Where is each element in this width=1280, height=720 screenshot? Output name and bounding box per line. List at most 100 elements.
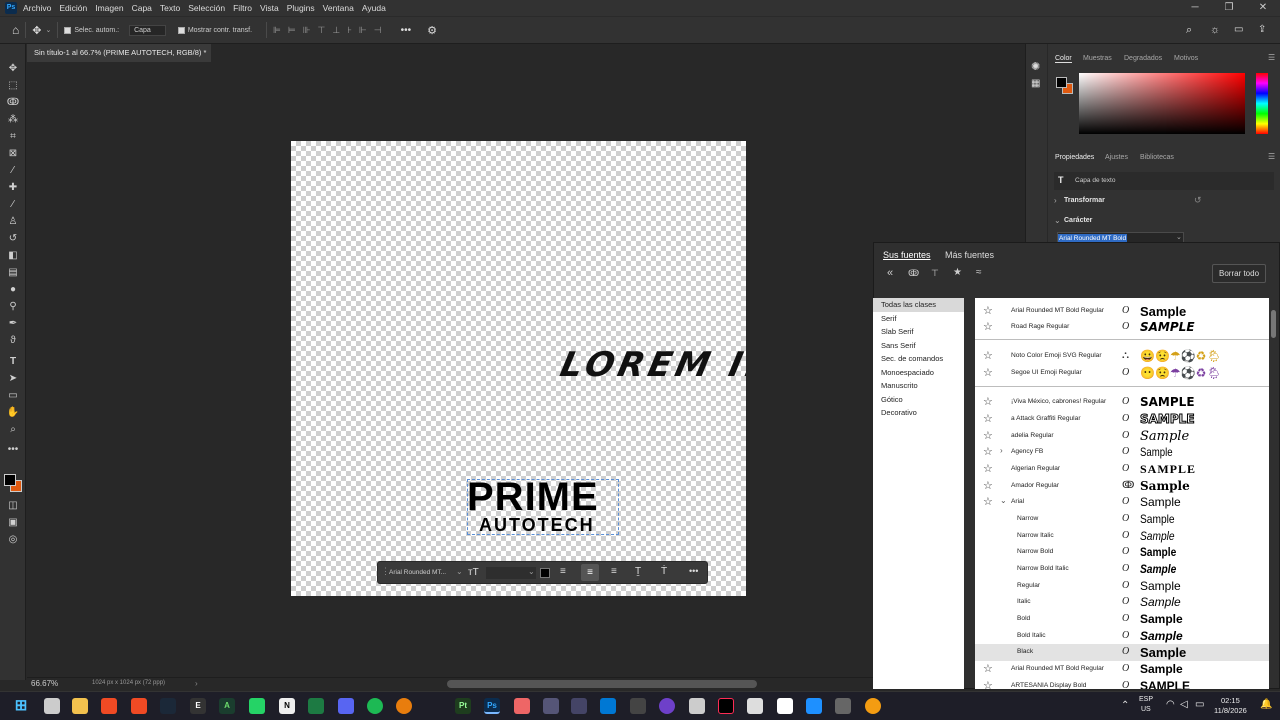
more-options-icon[interactable]: ••• [689,566,698,576]
class-item[interactable]: Decorativo [873,406,964,420]
acrobat-icon[interactable]: A [219,698,235,714]
magic-wand-icon[interactable]: ⁂ [5,113,21,127]
font-row[interactable]: ☆ Road Rage Regular O SAMPLE [975,319,1269,336]
chevron-up-icon[interactable]: ⌃ [1121,700,1129,711]
app-icon[interactable] [806,698,822,714]
move-tool-icon[interactable]: ✥ [32,24,41,37]
excel-icon[interactable] [308,698,324,714]
frame-tool-icon[interactable]: ⊠ [5,147,21,161]
tab-more-fonts[interactable]: Más fuentes [945,250,994,260]
star-icon[interactable]: ☆ [983,429,993,442]
history-icon[interactable]: ▦ [1031,78,1040,89]
chevron-right-icon[interactable]: › [1000,446,1003,455]
class-item[interactable]: Slab Serif [873,325,964,339]
chevron-down-icon[interactable]: ⌄ [45,26,51,34]
menu-edicion[interactable]: Edición [59,3,87,13]
chevron-right-icon[interactable]: › [1054,196,1057,205]
battery-icon[interactable]: ▭ [1195,699,1204,710]
star-icon[interactable]: ☆ [983,495,993,508]
language-label[interactable]: ESP [1139,696,1153,703]
wifi-icon[interactable]: ◠ [1166,699,1175,710]
tab-propiedades[interactable]: Propiedades [1055,154,1094,161]
text-color-swatch[interactable] [540,568,550,578]
font-row[interactable]: Narrow O Sample [975,511,1269,528]
star-icon[interactable]: ☆ [983,320,993,333]
font-row[interactable]: ☆ ARTESANIA Display Bold O SAMPLE [975,678,1269,689]
font-row[interactable]: ☆ ¡Viva México, cabrones! Regular O SAMPLE [975,394,1269,411]
more-tools-icon[interactable]: ••• [5,443,21,457]
font-row[interactable]: Regular O Sample [975,578,1269,595]
chevron-right-icon[interactable]: › [195,679,198,688]
menu-capa[interactable]: Capa [132,3,152,13]
zoom-tool-icon[interactable]: ⌕ [5,423,21,437]
bulb-icon[interactable]: ☼ [1210,24,1220,36]
discord-icon[interactable] [338,698,354,714]
marquee-tool-icon[interactable]: ⬚ [5,79,21,93]
font-row[interactable]: Bold O Sample [975,611,1269,628]
app-icon[interactable] [514,698,530,714]
menu-filtro[interactable]: Filtro [233,3,252,13]
brush-tool-icon[interactable]: ∕ [5,198,21,212]
calculator-icon[interactable] [835,698,851,714]
font-row[interactable]: ☆ Algerian Regular O SAMPLE [975,461,1269,478]
menu-vista[interactable]: Vista [260,3,279,13]
blur-icon[interactable]: ● [5,283,21,297]
tab-motivos[interactable]: Motivos [1174,55,1198,62]
panel-fg-swatch[interactable] [1056,77,1067,88]
font-row[interactable]: ☆ Amador Regular ↂ Sample [975,478,1269,495]
class-item[interactable]: Monoespaciado [873,366,964,380]
font-row[interactable]: Narrow Italic O Sample [975,528,1269,545]
menu-texto[interactable]: Texto [160,3,180,13]
panel-menu-icon[interactable]: ☰ [1268,152,1275,161]
brave-icon[interactable] [101,698,117,714]
hand-tool-icon[interactable]: ✋ [5,406,21,420]
align-icons[interactable]: ⊫⊨⊪⊤⊥⊦⊩⊣ [273,25,389,36]
favorites-icon[interactable]: ★ [953,267,962,278]
font-row[interactable]: Italic O Sample [975,594,1269,611]
rectangle-tool-icon[interactable]: ▭ [5,389,21,403]
class-item[interactable]: Sec. de comandos [873,352,964,366]
horizontal-scrollbar[interactable] [447,680,757,688]
adjust-icon[interactable]: ✺ [1031,60,1040,73]
task-view-icon[interactable] [44,698,60,714]
close-icon[interactable]: ✕ [1246,0,1280,16]
tab-degradados[interactable]: Degradados [1124,55,1162,62]
font-row[interactable]: ☆ Arial Rounded MT Bold Regular O Sample [975,303,1269,320]
eyedropper-icon[interactable]: ⁄ [5,164,21,178]
font-row[interactable]: Bold Italic O Sample [975,628,1269,645]
blender-icon[interactable] [396,698,412,714]
lorem-text-layer[interactable]: LOREM IP [557,345,746,385]
character-section[interactable]: Carácter [1064,217,1092,224]
clear-all-button[interactable]: Borrar todo [1212,264,1267,283]
star-icon[interactable]: ☆ [983,304,993,317]
clock-date[interactable]: 11/8/2026 [1214,706,1247,715]
zoom-level[interactable]: 66.67% [31,679,58,688]
notepad-icon[interactable]: N [279,698,295,714]
epic-games-icon[interactable]: E [190,698,206,714]
warp-text-icon[interactable]: Ṯ [635,566,641,577]
star-icon[interactable]: ☆ [983,662,993,675]
menu-imagen[interactable]: Imagen [95,3,123,13]
type-tool-icon[interactable]: T [5,355,21,369]
chevron-down-icon[interactable]: ⌄ [456,567,463,576]
font-size-icon[interactable]: ᴛT [468,567,479,578]
menu-archivo[interactable]: Archivo [23,3,51,13]
class-item[interactable]: Gótico [873,393,964,407]
font-row[interactable]: Black O Sample [975,644,1269,661]
font-row[interactable]: ☆ Noto Color Emoji SVG Regular ⛬ 😀😟☂⚽♻🌦 [975,348,1269,365]
vscode-icon[interactable] [600,698,616,714]
reset-icon[interactable]: ↺ [1194,195,1202,206]
history-brush-icon[interactable]: ↺ [5,232,21,246]
creative-cloud-icon[interactable]: ↂ [908,268,919,279]
show-transform-checkbox[interactable] [177,26,185,34]
class-item[interactable]: Todas las clases [873,298,964,312]
settings-icon[interactable]: ⚙ [427,24,437,37]
star-icon[interactable]: ☆ [983,679,993,689]
whatsapp-icon[interactable] [249,698,265,714]
app-icon[interactable] [865,698,881,714]
align-right-icon[interactable]: ≡ [611,566,617,577]
text-bounding-box[interactable] [467,479,619,535]
menu-seleccion[interactable]: Selección [188,3,225,13]
language-sub-label[interactable]: US [1141,706,1151,713]
windows-start-icon[interactable]: ⊞ [13,698,29,714]
